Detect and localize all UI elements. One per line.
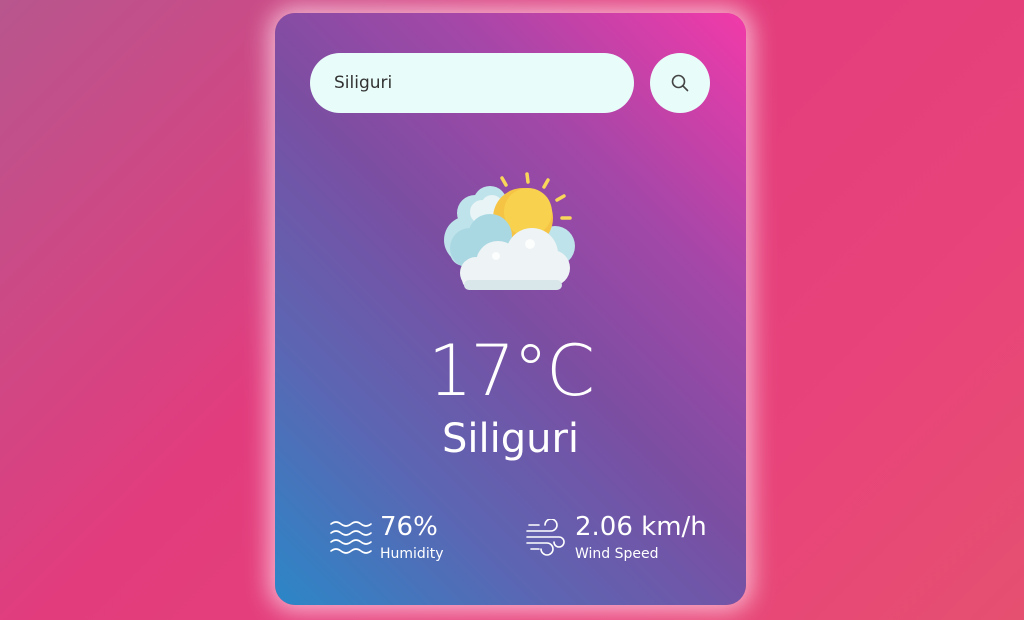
sun-behind-clouds-icon — [440, 168, 580, 293]
search-icon — [670, 73, 690, 93]
humidity-stat: 76% Humidity — [330, 511, 470, 571]
city-search-input[interactable] — [310, 53, 634, 113]
wind-speed-label: Wind Speed — [575, 546, 659, 562]
wind-stat: 2.06 km/h Wind Speed — [525, 511, 725, 571]
humidity-value: 76% — [380, 512, 438, 542]
search-button[interactable] — [650, 53, 710, 113]
temperature-reading: 17°C — [428, 330, 595, 412]
humidity-label: Humidity — [380, 546, 444, 562]
wind-speed-value: 2.06 km/h — [575, 512, 707, 542]
city-name: Siliguri — [441, 416, 580, 462]
water-waves-icon — [330, 519, 372, 561]
weather-card: 17°C Siliguri 76% Humidity — [275, 13, 746, 605]
wind-icon — [525, 518, 567, 561]
